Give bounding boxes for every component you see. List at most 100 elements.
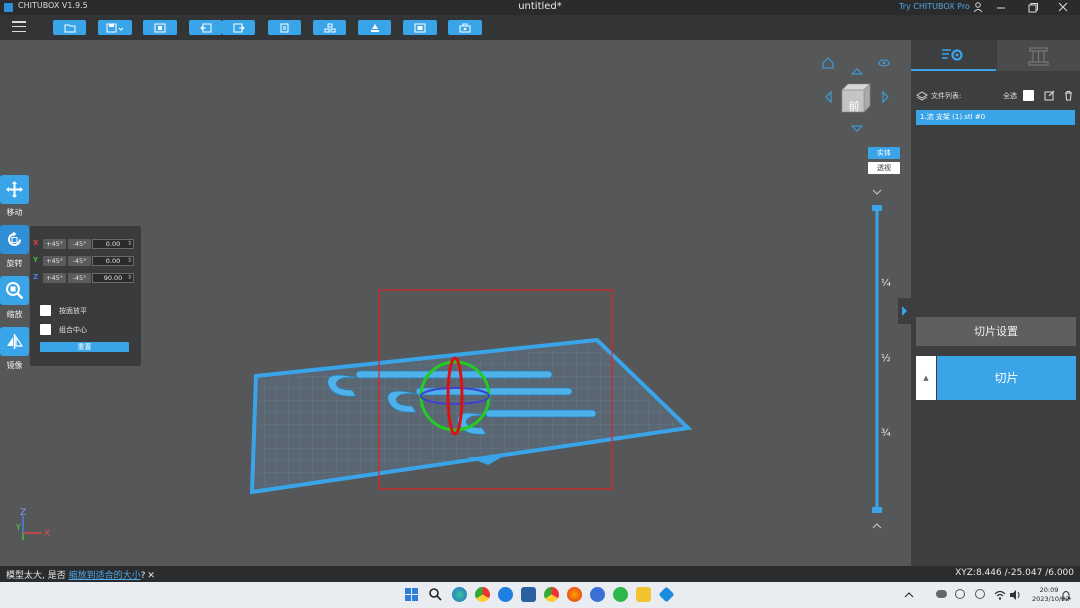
folder-icon[interactable] <box>636 587 651 602</box>
file-manager-icon[interactable] <box>521 587 536 602</box>
view-left-arrow-icon <box>825 90 832 104</box>
chitubox-taskbar-icon[interactable] <box>658 586 675 603</box>
move-tool-label: 移动 <box>6 208 23 217</box>
save-button[interactable] <box>98 20 132 35</box>
chrome-icon[interactable] <box>475 587 490 602</box>
delete-icon[interactable] <box>1063 90 1074 101</box>
slider-up-chevron-icon <box>872 189 882 195</box>
slice-settings-button[interactable]: 切片设置 <box>916 317 1076 346</box>
rotate-icon <box>8 231 21 246</box>
status-bar: 模型太大, 是否 缩放到适合的大小? ✕ XYZ:8.446 /-25.047 /… <box>0 566 1080 582</box>
select-all-checkbox[interactable] <box>1023 90 1034 101</box>
search-icon[interactable] <box>428 587 443 602</box>
qq-browser-icon[interactable] <box>498 587 513 602</box>
title-bar: CHITUBOX V1.9.5 untitled* Try CHITUBOX P… <box>0 0 1080 15</box>
redo-button[interactable] <box>222 20 255 35</box>
axis-indicator: Z Y X <box>15 508 50 540</box>
copy-icon <box>280 23 288 32</box>
slider-bottom-handle <box>872 507 882 513</box>
wifi-icon[interactable] <box>994 589 1006 601</box>
slice-button[interactable]: 切片 <box>937 356 1076 400</box>
rotate-z-input[interactable]: 90.00 <box>92 273 134 283</box>
windows-start-icon[interactable] <box>404 587 419 602</box>
rotate-tool-button[interactable] <box>0 225 29 254</box>
move-icon <box>6 181 23 198</box>
screenshot-button[interactable] <box>143 20 177 35</box>
open-file-icon <box>64 24 75 32</box>
right-panel: 文件列表: 全选 1.流 支架 (1).stl #0 切片设置 ▲ 切片 <box>911 40 1080 566</box>
notification-bell-icon[interactable] <box>1060 589 1072 601</box>
status-message: 模型太大, 是否 缩放到适合的大小? ✕ <box>6 568 155 581</box>
file-list-label: 文件列表: <box>931 92 962 100</box>
slider-half-mark: ½ <box>881 353 891 364</box>
axis-x-label: X <box>44 529 50 539</box>
rotate-z-plus-button[interactable]: +45° <box>43 273 66 283</box>
rotate-tool-label: 旋转 <box>6 259 23 268</box>
view-cube-navigator[interactable] <box>818 54 898 138</box>
group-center-label: 组合中心 <box>59 326 87 334</box>
close-window-button[interactable] <box>1048 0 1078 15</box>
scale-tool-button[interactable] <box>0 276 29 305</box>
select-all-label: 全选 <box>1003 92 1017 100</box>
user-account-icon[interactable] <box>972 1 984 13</box>
wechat-icon[interactable] <box>613 587 628 602</box>
chrome-profile-icon[interactable] <box>544 587 559 602</box>
browser-icon[interactable] <box>590 587 605 602</box>
edit-icon[interactable] <box>1044 90 1055 101</box>
minimize-button[interactable] <box>986 0 1016 15</box>
scale-to-fit-link[interactable]: 缩放到适合的大小 <box>69 571 141 581</box>
try-pro-link[interactable]: Try CHITUBOX Pro <box>899 2 970 11</box>
move-tool-button[interactable] <box>0 175 29 204</box>
network-tray-icon[interactable] <box>955 589 965 599</box>
rotate-y-axis-label: Y <box>33 256 39 264</box>
auto-layout-button[interactable] <box>313 20 346 35</box>
printer-icon <box>1028 47 1049 66</box>
mirror-tool-button[interactable] <box>0 327 29 356</box>
rotate-x-minus-button[interactable]: -45° <box>68 239 91 249</box>
restore-button[interactable] <box>1017 0 1047 15</box>
cloud-icon[interactable] <box>936 590 947 598</box>
tab-print-settings[interactable] <box>911 40 996 71</box>
tab-printer[interactable] <box>997 40 1080 71</box>
group-center-checkbox[interactable] <box>40 324 51 335</box>
layout-icon <box>324 23 335 32</box>
slider-down-chevron-icon <box>872 523 882 529</box>
slice-options-toggle[interactable]: ▲ <box>916 356 936 400</box>
edge-browser-icon[interactable] <box>452 587 467 602</box>
undo-button[interactable] <box>189 20 222 35</box>
solid-view-button[interactable]: 实体 <box>868 147 900 159</box>
collapse-arrow-icon <box>902 306 907 316</box>
view-down-arrow-icon <box>850 125 864 132</box>
view-up-arrow-icon <box>850 68 864 75</box>
mirror-tool-label: 镜像 <box>6 361 23 370</box>
hollow-button[interactable] <box>403 20 437 35</box>
support-button[interactable] <box>358 20 391 35</box>
panel-collapse-toggle[interactable] <box>898 298 911 324</box>
firefox-icon[interactable] <box>567 587 582 602</box>
tray-app-icon[interactable] <box>975 589 985 599</box>
menu-icon[interactable] <box>12 21 26 33</box>
volume-icon[interactable] <box>1009 589 1021 601</box>
axis-y-label: Y <box>15 523 21 532</box>
transparent-view-button[interactable]: 透视 <box>868 162 900 174</box>
status-message-text: 模型太大, 是否 <box>6 571 69 581</box>
rotate-z-minus-button[interactable]: -45° <box>68 273 91 283</box>
rotate-y-input[interactable]: 0.00 <box>92 256 134 266</box>
axis-z-label: Z <box>20 508 26 518</box>
screenshot-icon <box>154 23 166 32</box>
lay-flat-checkbox[interactable] <box>40 305 51 316</box>
save-dropdown-icon <box>106 23 124 32</box>
rotate-y-plus-button[interactable]: +45° <box>43 256 66 266</box>
tray-overflow-icon[interactable] <box>903 589 915 601</box>
rotate-y-minus-button[interactable]: -45° <box>68 256 91 266</box>
rotate-x-plus-button[interactable]: +45° <box>43 239 66 249</box>
dig-hole-button[interactable] <box>448 20 482 35</box>
reset-rotation-button[interactable]: 重置 <box>40 342 129 352</box>
copy-button[interactable] <box>268 20 301 35</box>
open-file-button[interactable] <box>53 20 86 35</box>
file-list-item[interactable]: 1.流 支架 (1).stl #0 <box>916 110 1075 125</box>
slider-top-handle <box>872 205 882 211</box>
cursor-coordinates: XYZ:8.446 /-25.047 /6.000 <box>955 568 1074 578</box>
dismiss-status-button[interactable]: ✕ <box>147 571 155 581</box>
rotate-x-input[interactable]: 0.00 <box>92 239 134 249</box>
